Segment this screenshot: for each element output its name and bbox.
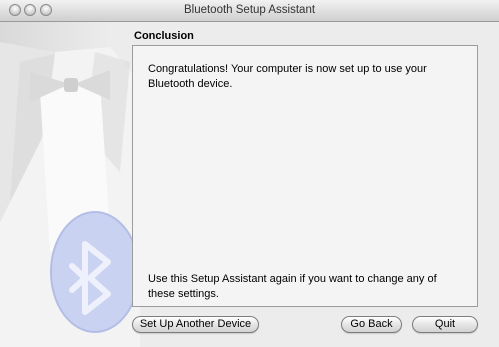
window-title: Bluetooth Setup Assistant	[183, 4, 316, 16]
quit-button[interactable]: Quit	[412, 316, 478, 333]
title-bar[interactable]: Bluetooth Setup Assistant	[0, 0, 499, 22]
assistant-window: Bluetooth Setup Assistant Conclusion Con…	[0, 0, 499, 347]
settings-hint-message: Use this Setup Assistant again if you wa…	[148, 273, 437, 300]
conclusion-panel: Congratulations! Your computer is now se…	[132, 45, 478, 307]
set-up-another-device-button[interactable]: Set Up Another Device	[132, 316, 259, 333]
section-title: Conclusion	[134, 30, 194, 42]
tuxedo-bluetooth-art-icon	[0, 42, 140, 347]
congratulations-message: Congratulations! Your computer is now se…	[148, 63, 427, 90]
go-back-button[interactable]: Go Back	[341, 316, 402, 333]
